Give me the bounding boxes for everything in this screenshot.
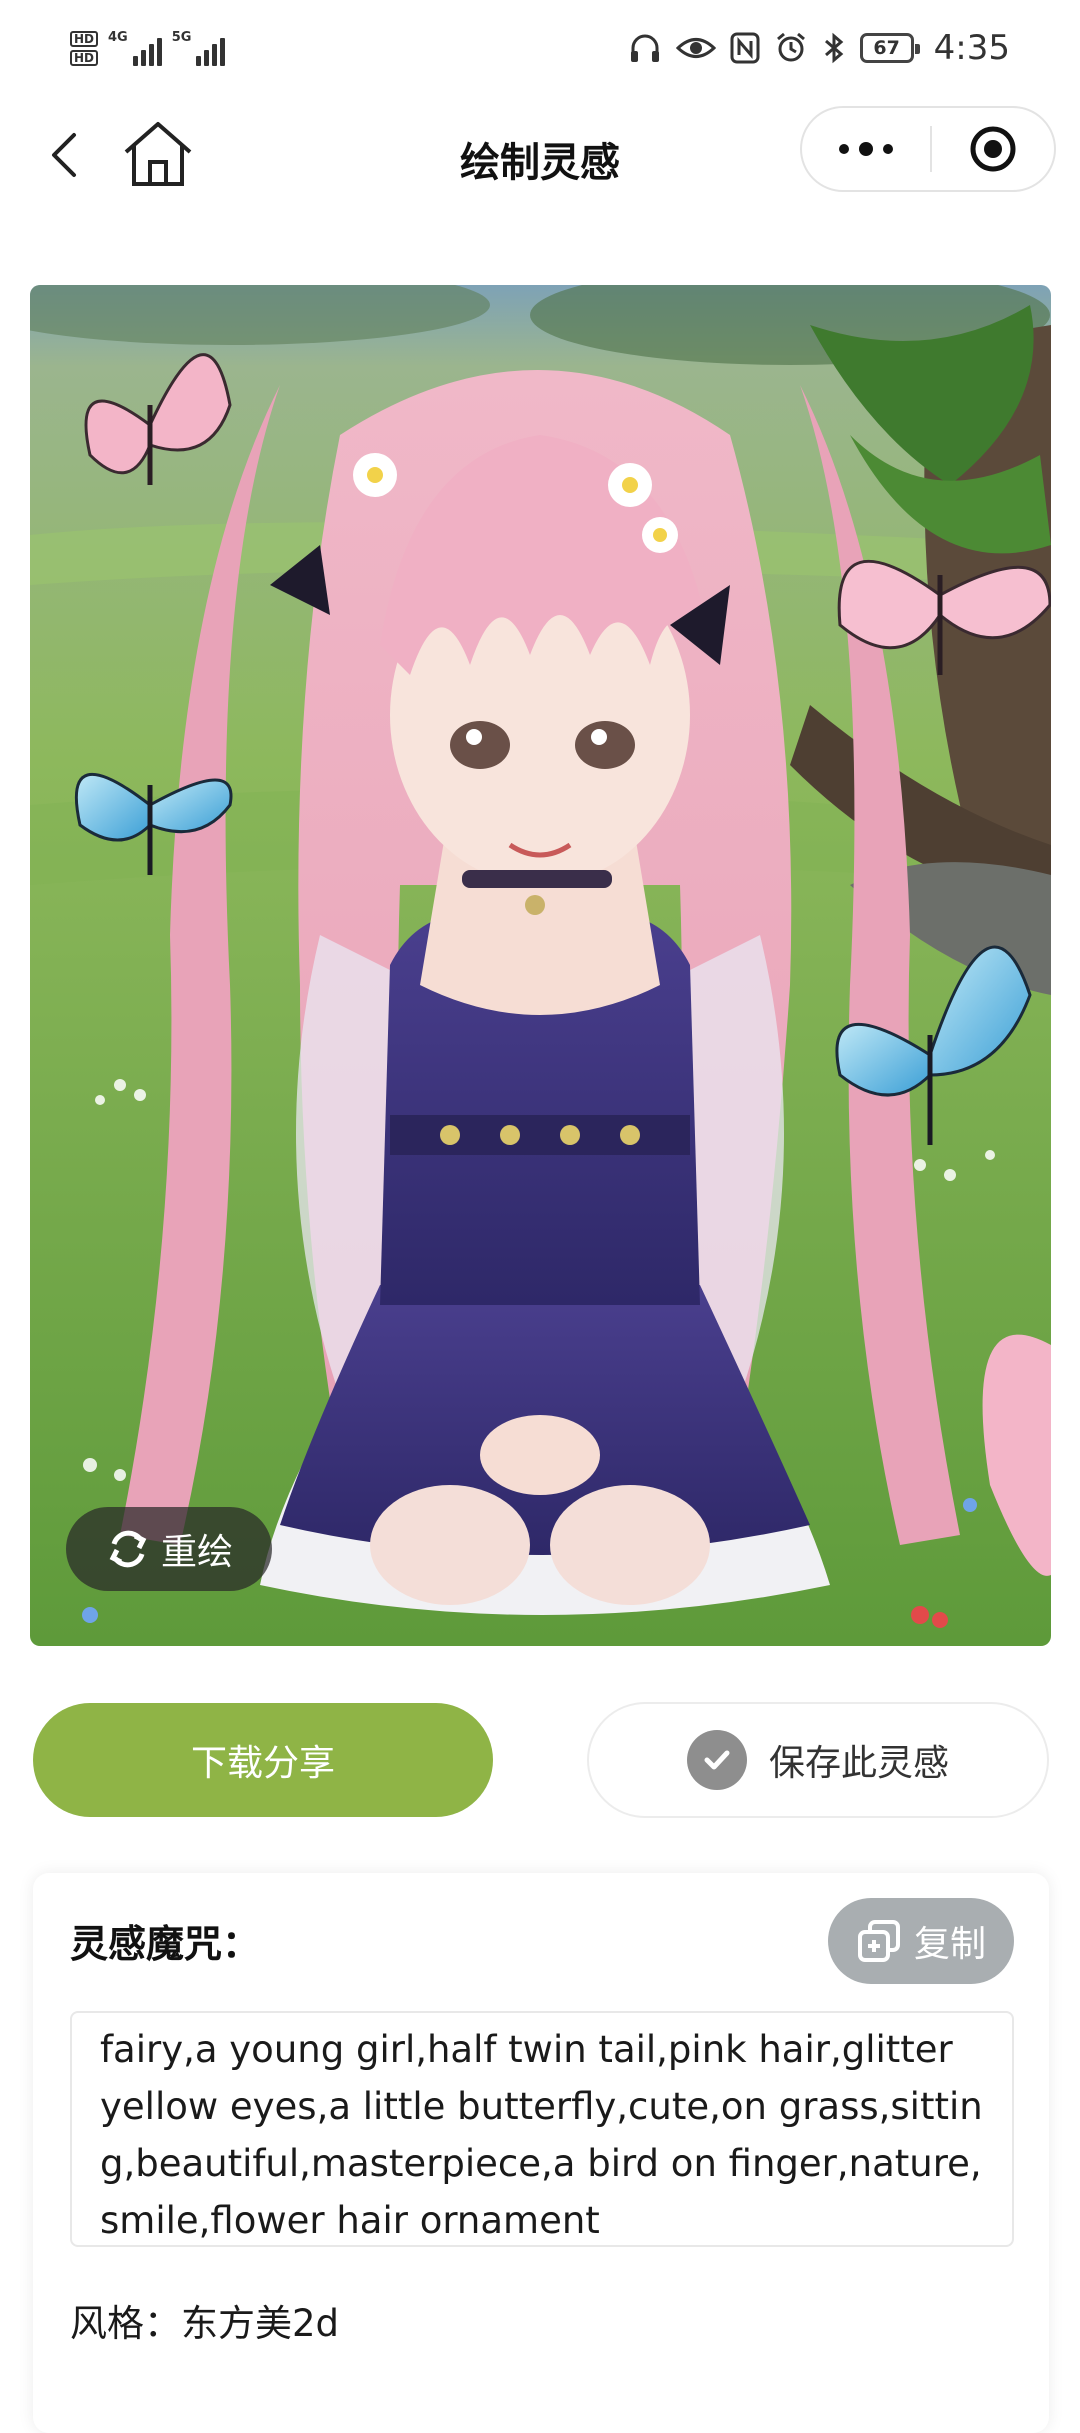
status-bar: HD HD 4G 5G 67 4:35 — [0, 0, 1080, 100]
redraw-label: 重绘 — [160, 1532, 233, 1573]
refresh-icon — [109, 1530, 147, 1568]
status-bar-left: HD HD 4G 5G — [70, 30, 226, 66]
bluetooth-icon — [824, 32, 843, 64]
more-dots-icon — [839, 142, 893, 156]
prompt-card-title: 灵感魔咒： — [70, 1922, 261, 1966]
status-bar-right: 67 4:35 — [628, 28, 1010, 68]
prompt-card: 灵感魔咒： 复制 fairy,a young girl,half twin ta… — [33, 1873, 1049, 2433]
alarm-icon — [776, 32, 805, 62]
copy-button[interactable]: 复制 — [828, 1898, 1014, 1984]
miniprogram-capsule — [800, 106, 1056, 192]
network-type-label: 5G — [171, 30, 192, 45]
generated-artwork: 重绘 — [30, 285, 1051, 1646]
signal-icon: 5G — [172, 30, 226, 66]
more-button[interactable] — [802, 108, 930, 190]
download-share-button[interactable]: 下载分享 — [33, 1703, 493, 1817]
eye-icon — [675, 38, 716, 58]
hd-badge: HD — [70, 31, 99, 47]
save-inspiration-button[interactable]: 保存此灵感 — [587, 1702, 1049, 1818]
close-button[interactable] — [932, 108, 1054, 190]
nav-bar: 绘制灵感 — [0, 100, 1080, 210]
network-type-label: 4G — [108, 30, 128, 45]
artwork-image — [30, 285, 1051, 1646]
close-target-icon — [970, 126, 1016, 172]
battery-level: 67 — [873, 37, 900, 59]
nfc-icon — [730, 32, 760, 64]
clock: 4:35 — [933, 28, 1010, 68]
prompt-text-box[interactable]: fairy,a young girl,half twin tail,pink h… — [70, 2011, 1014, 2247]
style-label: 风格：东方美2d — [70, 2302, 340, 2345]
battery-icon: 67 — [859, 33, 920, 63]
hd-badges: HD HD — [70, 31, 99, 66]
download-share-label: 下载分享 — [190, 1743, 335, 1784]
redraw-button[interactable]: 重绘 — [66, 1507, 272, 1591]
copy-label: 复制 — [913, 1924, 986, 1965]
copy-icon — [857, 1920, 900, 1962]
hd-badge: HD — [70, 50, 99, 66]
check-icon — [686, 1730, 747, 1790]
headphones-icon — [630, 34, 659, 62]
save-inspiration-label: 保存此灵感 — [768, 1743, 949, 1784]
signal-icon: 4G — [108, 30, 162, 66]
